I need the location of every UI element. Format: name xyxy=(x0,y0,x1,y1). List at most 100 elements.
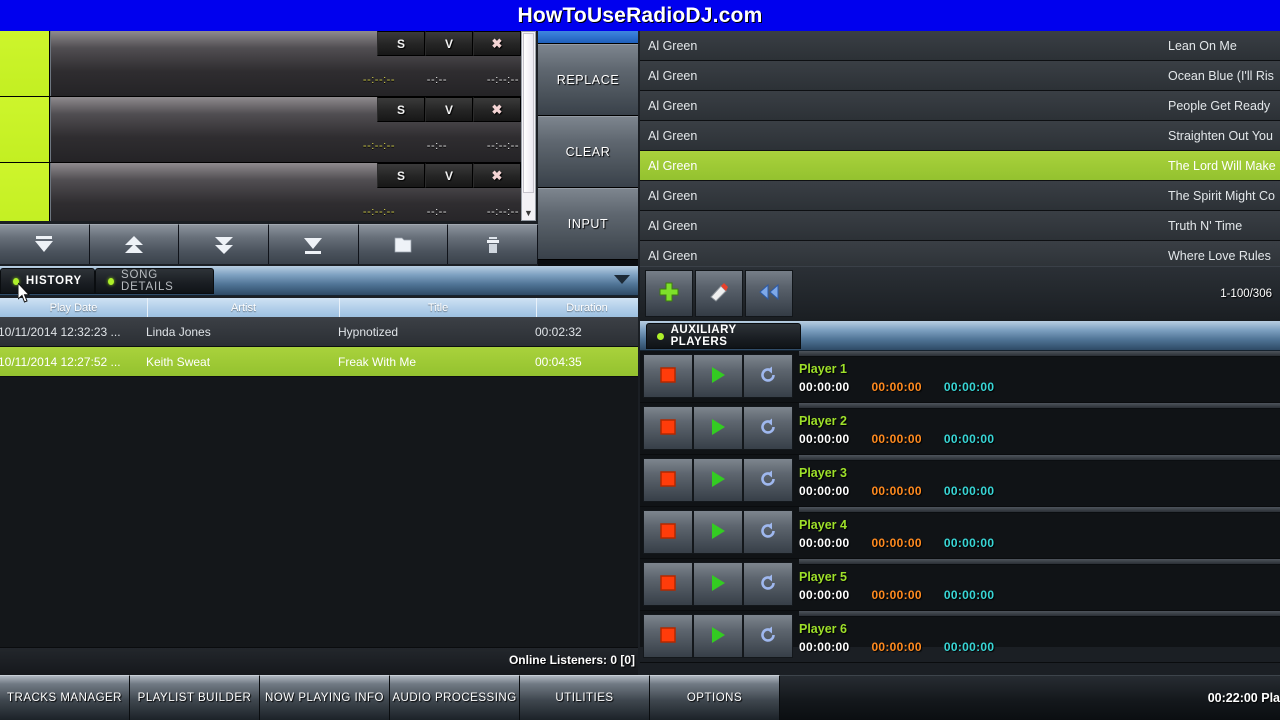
move-to-top-button[interactable] xyxy=(0,224,90,264)
track-row[interactable]: Al Green Truth N' Time xyxy=(640,211,1280,241)
track-artist: Al Green xyxy=(648,128,698,143)
track-title: Ocean Blue (I'll Ris xyxy=(1168,68,1274,83)
tab-history[interactable]: HISTORY xyxy=(0,268,95,294)
track-row[interactable]: Al Green The Lord Will Make xyxy=(640,151,1280,181)
history-cell-play-date: 10/11/2014 12:32:23 ... xyxy=(0,324,121,339)
player-play-button[interactable] xyxy=(693,354,743,398)
categories-button[interactable] xyxy=(695,270,743,317)
player-loop-button[interactable] xyxy=(743,354,793,398)
queue-row-solo-button[interactable]: S xyxy=(377,163,425,188)
track-row[interactable]: Al Green The Spirit Might Co xyxy=(640,181,1280,211)
history-table-header: Play Date Artist Title Duration xyxy=(0,298,638,317)
toolbar-button-now-playing-info[interactable]: NOW PLAYING INFO xyxy=(260,675,390,720)
track-artist: Al Green xyxy=(648,188,698,203)
palette-icon xyxy=(708,281,730,306)
queue-scrollbar-thumb[interactable] xyxy=(523,33,534,193)
player-time-total: 00:00:00 xyxy=(943,640,995,654)
queue-row-close-button[interactable]: ✖ xyxy=(473,31,521,56)
player-play-button[interactable] xyxy=(693,458,743,502)
player-stop-button[interactable] xyxy=(643,354,693,398)
player-loop-button[interactable] xyxy=(743,510,793,554)
loop-icon xyxy=(758,625,778,648)
queue-row[interactable]: S V ✖ --:--:-- --:-- --:--:-- xyxy=(0,163,535,221)
track-row[interactable]: Al Green People Get Ready xyxy=(640,91,1280,121)
toolbar-button-utilities[interactable]: UTILITIES xyxy=(520,675,650,720)
input-button[interactable]: INPUT xyxy=(538,188,638,260)
toolbar-button-playlist-builder[interactable]: PLAYLIST BUILDER xyxy=(130,675,260,720)
queue-row-badge[interactable] xyxy=(0,97,50,162)
player-name: Player 3 xyxy=(799,466,847,480)
track-row[interactable]: Al Green Lean On Me xyxy=(640,31,1280,61)
move-up-button[interactable] xyxy=(89,224,180,264)
queue-row-volume-button[interactable]: V xyxy=(425,163,473,188)
rewind-button[interactable] xyxy=(745,270,793,317)
column-header-duration[interactable]: Duration xyxy=(537,298,637,317)
player-play-button[interactable] xyxy=(693,614,743,658)
tab-auxiliary-players[interactable]: AUXILIARY PLAYERS xyxy=(646,323,801,349)
column-header-title[interactable]: Title xyxy=(340,298,537,317)
queue-scrollbar[interactable]: ▼ xyxy=(521,31,536,221)
player-play-button[interactable] xyxy=(693,562,743,606)
tab-song-details[interactable]: SONG DETAILS xyxy=(95,268,214,294)
queue-row-solo-button[interactable]: S xyxy=(377,97,425,122)
queue-row-solo-button[interactable]: S xyxy=(377,31,425,56)
player-stop-button[interactable] xyxy=(643,562,693,606)
table-row[interactable]: 10/11/2014 12:27:52 ... Keith Sweat Freak … xyxy=(0,347,638,377)
chevron-down-icon[interactable] xyxy=(614,275,630,284)
aux-players-list: Player 1 00:00:00 00:00:00 00:00:00 Player 2… xyxy=(640,351,1280,663)
move-down-button[interactable] xyxy=(179,224,270,264)
player-play-button[interactable] xyxy=(693,510,743,554)
toolbar-button-tracks-manager[interactable]: TRACKS MANAGER xyxy=(0,675,130,720)
player-stop-button[interactable] xyxy=(643,614,693,658)
track-artist: Al Green xyxy=(648,98,698,113)
track-row[interactable]: Al Green Straighten Out You xyxy=(640,121,1280,151)
delete-button[interactable] xyxy=(448,224,539,264)
player-stop-button[interactable] xyxy=(643,406,693,450)
scroll-down-icon[interactable]: ▼ xyxy=(522,206,535,220)
queue-row-close-button[interactable]: ✖ xyxy=(473,163,521,188)
add-track-button[interactable] xyxy=(645,270,693,317)
track-row[interactable]: Al Green Ocean Blue (I'll Ris xyxy=(640,61,1280,91)
queue-row-time-total: --:--:-- xyxy=(486,140,519,152)
queue-row-time-remaining: --:-- xyxy=(426,206,447,218)
play-icon xyxy=(709,470,727,491)
queue-row[interactable]: S V ✖ --:--:-- --:-- --:--:-- xyxy=(0,97,535,163)
loop-icon xyxy=(758,521,778,544)
queue-row-body[interactable]: S V ✖ --:--:-- --:-- --:--:-- xyxy=(50,97,535,162)
player-loop-button[interactable] xyxy=(743,406,793,450)
player-loop-button[interactable] xyxy=(743,458,793,502)
track-artist: Al Green xyxy=(648,158,698,173)
tab-auxiliary-players-label: AUXILIARY PLAYERS xyxy=(670,324,737,348)
queue-row-badge[interactable] xyxy=(0,31,50,96)
player-loop-button[interactable] xyxy=(743,614,793,658)
status-dot-icon xyxy=(108,277,114,285)
player-loop-button[interactable] xyxy=(743,562,793,606)
open-folder-button[interactable] xyxy=(358,224,449,264)
player-time-total: 00:00:00 xyxy=(943,380,995,394)
toolbar-button-options[interactable]: OPTIONS xyxy=(650,675,780,720)
queue-row[interactable]: S V ✖ --:--:-- --:-- --:--:-- xyxy=(0,31,535,97)
queue-row-body[interactable]: S V ✖ --:--:-- --:-- --:--:-- xyxy=(50,163,535,221)
track-row[interactable]: Al Green Where Love Rules xyxy=(640,241,1280,266)
move-to-bottom-button[interactable] xyxy=(269,224,359,264)
play-icon xyxy=(709,522,727,543)
queue-row-body[interactable]: S V ✖ --:--:-- --:-- --:--:-- xyxy=(50,31,535,96)
queue-row-close-button[interactable]: ✖ xyxy=(473,97,521,122)
queue-row-badge[interactable] xyxy=(0,163,50,221)
history-cell-artist: Keith Sweat xyxy=(146,354,211,369)
column-header-artist[interactable]: Artist xyxy=(148,298,340,317)
queue-row-volume-button[interactable]: V xyxy=(425,97,473,122)
player-stop-button[interactable] xyxy=(643,510,693,554)
online-listeners-label: Online Listeners: 0 [0] xyxy=(508,653,635,667)
toolbar-button-audio-processing[interactable]: AUDIO PROCESSING xyxy=(390,675,520,720)
clear-button[interactable]: CLEAR xyxy=(538,116,638,188)
player-stop-button[interactable] xyxy=(643,458,693,502)
queue-row-volume-button[interactable]: V xyxy=(425,31,473,56)
table-row[interactable]: 10/11/2014 12:32:23 ... Linda Jones Hypnot… xyxy=(0,317,638,347)
banner-title: HowToUseRadioDJ.com xyxy=(517,3,763,27)
queue-row-time-remaining: --:-- xyxy=(426,140,447,152)
player-name: Player 1 xyxy=(799,362,847,376)
player-play-button[interactable] xyxy=(693,406,743,450)
replace-button[interactable]: REPLACE xyxy=(538,44,638,116)
history-cell-duration: 00:02:32 xyxy=(535,324,582,339)
